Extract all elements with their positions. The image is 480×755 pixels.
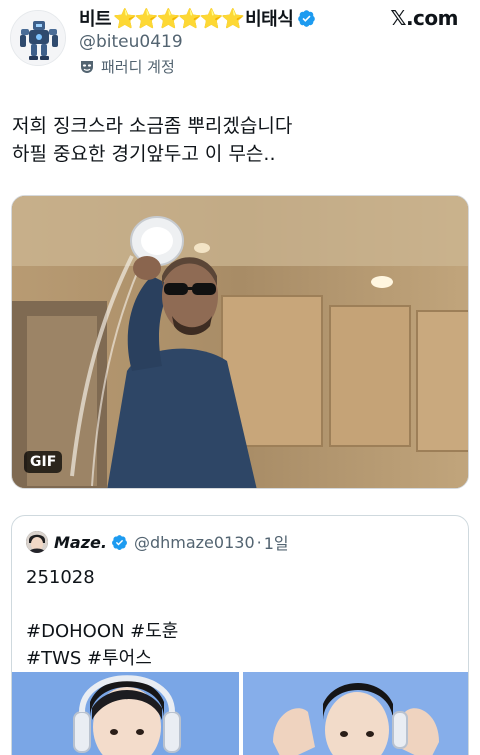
gif-frame-illustration — [12, 196, 468, 488]
quoted-media-grid — [12, 672, 468, 755]
quoted-photo[interactable] — [243, 672, 468, 755]
tweet-line: 하필 중요한 경기앞두고 이 무슨.. — [12, 143, 276, 165]
display-name-prefix: 비트 — [79, 9, 112, 30]
gif-badge: GIF — [24, 451, 63, 473]
quoted-photo[interactable] — [12, 672, 239, 755]
quoted-line: #DOHOON #도훈 — [26, 621, 179, 642]
quoted-avatar[interactable] — [26, 531, 48, 553]
tweet-text: 저희 징크스라 소금좀 뿌리겠습니다 하필 중요한 경기앞두고 이 무슨.. — [12, 112, 468, 168]
quoted-handle[interactable]: @dhmaze0130 — [134, 533, 255, 552]
star-emojis: ⭐⭐⭐⭐⭐⭐ — [113, 7, 245, 30]
verified-badge-icon — [112, 534, 127, 550]
verified-badge-icon — [298, 9, 316, 27]
tweet-line: 저희 징크스라 소금좀 뿌리겠습니다 — [12, 115, 293, 137]
user-handle[interactable]: @biteu0419 — [79, 32, 183, 52]
parody-account-label: 패러디 계정 — [79, 56, 175, 77]
profile-avatar[interactable] — [10, 10, 66, 66]
quoted-post[interactable]: Maze. @dhmaze0130 · 1일 251028 #DOHOON #도… — [11, 515, 469, 755]
robot-avatar-illustration — [11, 11, 65, 65]
quoted-post-header: Maze. @dhmaze0130 · 1일 — [26, 531, 289, 553]
quoted-timestamp[interactable]: 1일 — [264, 530, 289, 554]
parody-label-text: 패러디 계정 — [101, 58, 175, 76]
display-name[interactable]: 비트 ⭐⭐⭐⭐⭐⭐ 비태식 — [79, 6, 316, 30]
display-name-suffix: 비태식 — [245, 9, 294, 30]
dot-separator: · — [256, 532, 262, 552]
quoted-line: #TWS #투어스 — [26, 648, 152, 669]
quoted-avatar-image — [26, 531, 48, 553]
photo-person-headphones — [12, 672, 239, 755]
quoted-text: 251028 #DOHOON #도훈 #TWS #투어스 — [26, 564, 178, 672]
quoted-display-name[interactable]: Maze. — [54, 533, 107, 552]
photo-person-hands — [243, 672, 468, 755]
mask-icon — [81, 60, 93, 73]
quoted-line — [26, 591, 178, 618]
x-brand-watermark: 𝕏.com — [390, 6, 458, 30]
quoted-line: 251028 — [26, 567, 95, 588]
gif-media[interactable]: GIF — [11, 195, 469, 489]
